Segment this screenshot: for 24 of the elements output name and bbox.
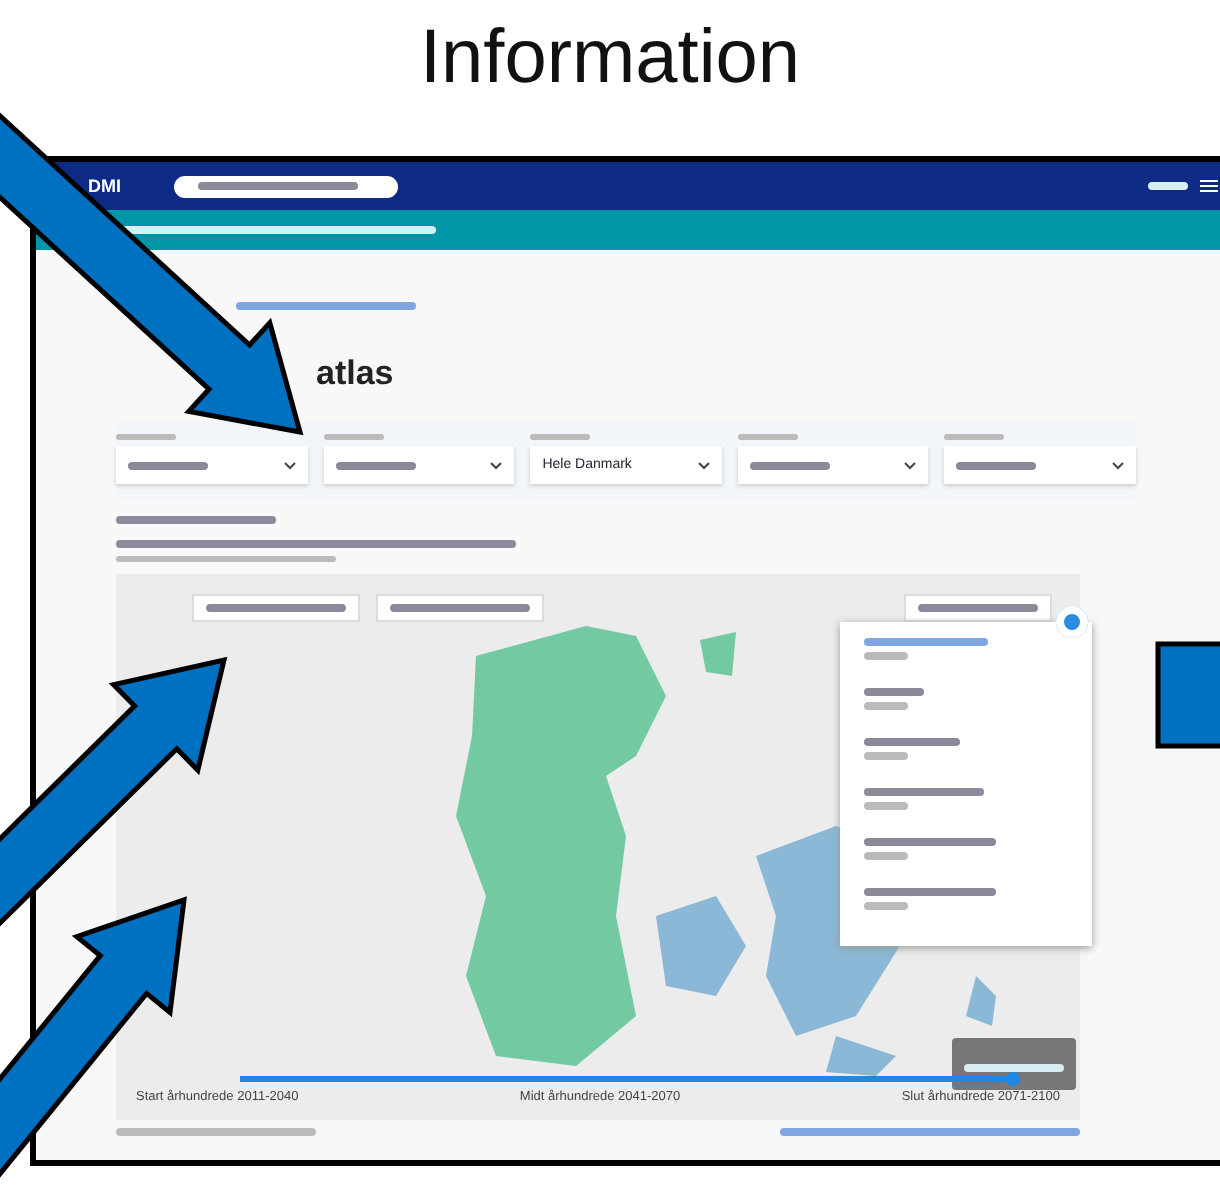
blurred-text [323,434,384,440]
blurred-text [530,434,591,440]
logo-text: DMI [88,176,121,196]
dropdown[interactable] [944,446,1136,484]
dropdown[interactable] [323,446,515,484]
dropdown[interactable] [737,446,929,484]
chevron-down-icon [283,461,296,469]
tooltip [952,1038,1076,1090]
blurred-text [1148,182,1188,190]
blurred-text [944,434,1005,440]
search-field[interactable] [173,175,397,197]
blurred-text [116,434,176,440]
chevron-down-icon [490,461,503,469]
page-title: atlas [316,354,394,394]
map-button[interactable] [904,594,1052,622]
blurred-text [737,434,798,440]
dropdown[interactable] [116,446,308,484]
slide-title: Information [417,14,803,104]
map-button[interactable] [376,594,544,622]
map-button[interactable] [192,594,360,622]
chevron-down-icon [697,461,710,469]
chevron-down-icon [1111,461,1124,469]
chevron-down-icon [904,461,917,469]
menu-icon[interactable] [1200,180,1218,192]
